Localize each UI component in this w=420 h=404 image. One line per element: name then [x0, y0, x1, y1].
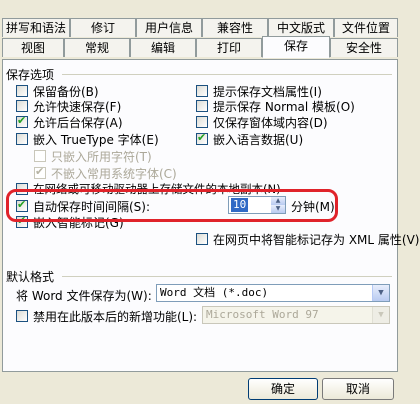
save-options-heading: 保存选项 [6, 68, 55, 82]
local-copy-checkbox[interactable] [16, 183, 28, 195]
embed-truetype-label: 嵌入 TrueType 字体(E) [33, 133, 159, 147]
embed-used-chars-label: 只嵌入所用字符(T) [51, 150, 152, 164]
tab-spelling-grammar[interactable]: 拼写和语法 [2, 18, 70, 37]
autosave-minutes-value[interactable]: 10 [231, 198, 249, 212]
save-as-dropdown[interactable]: Word 文档 (*.doc) ▼ [156, 284, 390, 302]
autosave-unit-label: 分钟(M) [291, 200, 335, 214]
section-divider [62, 276, 392, 277]
default-format-heading: 默认格式 [6, 270, 55, 284]
fast-save-label: 允许快速保存(F) [33, 100, 122, 114]
no-common-fonts-label: 不嵌入常用系统字体(C) [51, 167, 177, 181]
save-form-data-checkbox[interactable] [196, 116, 208, 128]
tab-asian-typography[interactable]: 中文版式 [268, 18, 334, 37]
autosave-checkbox[interactable] [16, 198, 28, 212]
prompt-normal-template-label: 提示保存 Normal 模板(O) [213, 100, 355, 114]
tab-compatibility[interactable]: 兼容性 [202, 18, 268, 37]
prompt-doc-properties-checkbox[interactable] [196, 85, 208, 97]
cancel-button[interactable]: 取消 [322, 378, 394, 400]
autosave-label: 自动保存时间间隔(S): [33, 200, 151, 214]
smart-tags-xml-label: 在网页中将智能标记存为 XML 属性(V) [213, 233, 420, 247]
smart-tags-xml-checkbox[interactable] [196, 233, 208, 245]
save-as-label: 将 Word 文件保存为(W): [16, 289, 152, 303]
section-divider [62, 74, 392, 75]
tab-track-changes[interactable]: 修订 [70, 18, 136, 37]
disable-features-dropdown[interactable]: Microsoft Word 97 ▼ [202, 306, 390, 324]
embed-smart-tags-checkbox[interactable] [16, 214, 28, 228]
tab-view[interactable]: 视图 [2, 38, 64, 57]
spinner-down-icon[interactable]: ▼ [271, 205, 285, 213]
background-save-checkbox[interactable] [16, 114, 28, 128]
tab-security[interactable]: 安全性 [330, 38, 398, 57]
embed-smart-tags-label: 嵌入智能标记(G) [33, 216, 124, 230]
tab-save[interactable]: 保存 [262, 36, 330, 58]
prompt-normal-template-checkbox[interactable] [196, 100, 208, 112]
tab-print[interactable]: 打印 [196, 38, 262, 57]
background-save-label: 允许后台保存(A) [33, 116, 123, 130]
ok-button[interactable]: 确定 [248, 378, 318, 400]
tab-file-locations[interactable]: 文件位置 [334, 18, 398, 37]
keep-backup-checkbox[interactable] [16, 85, 28, 97]
tab-user-info[interactable]: 用户信息 [136, 18, 202, 37]
save-form-data-label: 仅保存窗体域内容(D) [213, 116, 328, 130]
disable-features-checkbox[interactable] [16, 310, 28, 322]
disable-features-label: 禁用在此版本后的新增功能(L): [33, 310, 198, 324]
autosave-minutes-spinner[interactable]: 10 ▲ ▼ [228, 196, 286, 214]
chevron-down-icon[interactable]: ▼ [372, 285, 389, 301]
embed-language-data-checkbox[interactable] [196, 131, 208, 145]
embed-truetype-checkbox[interactable] [16, 133, 28, 145]
disable-features-value: Microsoft Word 97 [206, 308, 319, 321]
local-copy-label: 在网络或可移动驱动器上存储文件的本地副本(N) [33, 182, 281, 196]
no-common-fonts-checkbox[interactable] [34, 165, 46, 179]
embed-used-chars-checkbox[interactable] [34, 150, 46, 162]
spinner-up-icon[interactable]: ▲ [271, 197, 285, 205]
save-as-value: Word 文档 (*.doc) [160, 286, 269, 299]
tab-general[interactable]: 常规 [64, 38, 130, 57]
embed-language-data-label: 嵌入语言数据(U) [213, 133, 304, 147]
chevron-down-icon[interactable]: ▼ [372, 307, 389, 323]
tab-edit[interactable]: 编辑 [130, 38, 196, 57]
fast-save-checkbox[interactable] [16, 100, 28, 112]
